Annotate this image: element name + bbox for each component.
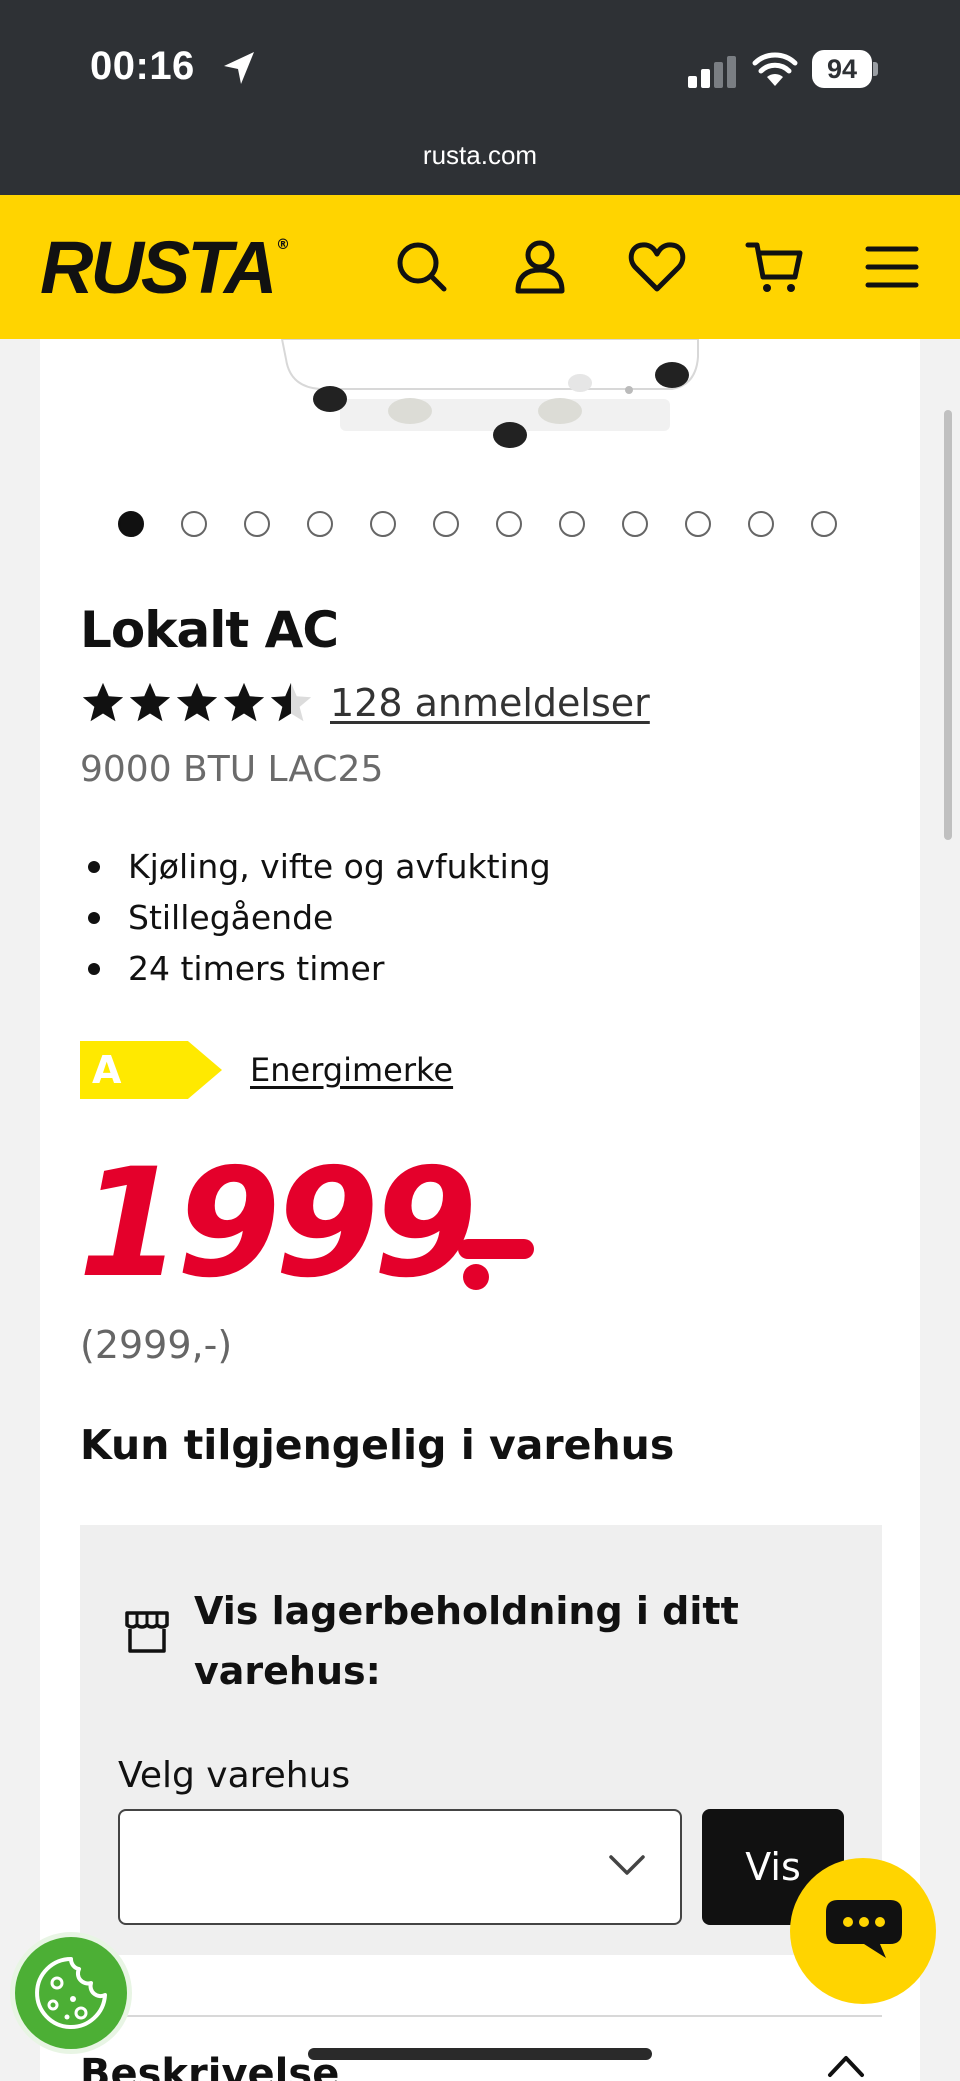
- heart-icon[interactable]: [627, 237, 687, 297]
- star-icon: [176, 682, 218, 722]
- reviews-link[interactable]: 128 anmeldelser: [330, 681, 650, 725]
- chevron-up-icon[interactable]: [826, 2053, 866, 2079]
- star-icon: [270, 682, 312, 722]
- chevron-down-icon: [609, 1855, 645, 1875]
- menu-icon[interactable]: [862, 237, 922, 297]
- feature-item: Kjøling, vifte og avfukting: [80, 841, 551, 892]
- star-icon: [82, 682, 124, 722]
- product-card: Lokalt AC 128 anmeldelser 9000 BTU LAC25…: [40, 339, 920, 2081]
- feature-item: 24 timers timer: [80, 943, 551, 994]
- cart-icon[interactable]: [745, 237, 805, 297]
- search-icon[interactable]: [392, 237, 452, 297]
- feature-item: Stillegående: [80, 892, 551, 943]
- account-icon[interactable]: [510, 237, 570, 297]
- site-header: RUSTA ®: [0, 195, 960, 339]
- carousel-dot[interactable]: [181, 511, 207, 537]
- cookie-settings-button[interactable]: [10, 1932, 132, 2054]
- chat-bubble-icon: [826, 1900, 902, 1958]
- battery-level: 94: [812, 50, 872, 88]
- carousel-dot[interactable]: [370, 511, 396, 537]
- carousel-dot[interactable]: [559, 511, 585, 537]
- old-price: (2999,-): [80, 1323, 233, 1367]
- location-arrow-icon: [224, 52, 254, 84]
- section-divider: [80, 2015, 882, 2017]
- product-title: Lokalt AC: [80, 601, 339, 659]
- price-dash-suffix: [458, 1239, 534, 1290]
- cellular-signal-icon: [688, 56, 736, 88]
- carousel-dots: [118, 511, 837, 537]
- feature-list: Kjøling, vifte og avfukting Stillegående…: [80, 841, 551, 994]
- rating-row: 128 anmeldelser: [80, 675, 650, 731]
- carousel-dot[interactable]: [685, 511, 711, 537]
- home-indicator[interactable]: [308, 2048, 652, 2060]
- product-image[interactable]: [260, 339, 740, 469]
- cookie-icon: [35, 1957, 107, 2029]
- star-icon: [129, 682, 171, 722]
- energy-label-link[interactable]: Energimerke: [250, 1051, 453, 1089]
- description-heading[interactable]: Beskrivelse: [80, 2051, 339, 2081]
- store-select[interactable]: [118, 1809, 682, 1925]
- energy-class-badge[interactable]: A: [80, 1041, 222, 1099]
- store-icon: [125, 1611, 169, 1653]
- rusta-logo[interactable]: RUSTA: [40, 225, 277, 310]
- product-subtitle: 9000 BTU LAC25: [80, 749, 384, 790]
- store-select-label: Velg varehus: [118, 1755, 351, 1796]
- status-time: 00:16: [90, 44, 195, 88]
- star-icon: [223, 682, 265, 722]
- energy-label-row: A Energimerke: [80, 1041, 453, 1099]
- chat-button[interactable]: [790, 1858, 936, 2004]
- carousel-dot[interactable]: [811, 511, 837, 537]
- carousel-dot[interactable]: [244, 511, 270, 537]
- address-bar-url[interactable]: rusta.com: [0, 140, 960, 171]
- page-scrollbar[interactable]: [944, 410, 952, 840]
- carousel-dot[interactable]: [496, 511, 522, 537]
- carousel-dot[interactable]: [433, 511, 459, 537]
- carousel-dot[interactable]: [748, 511, 774, 537]
- carousel-dot[interactable]: [307, 511, 333, 537]
- star-rating: [80, 680, 314, 726]
- carousel-dot[interactable]: [118, 511, 144, 537]
- current-price: 1999: [78, 1137, 477, 1311]
- carousel-dot[interactable]: [622, 511, 648, 537]
- wifi-icon: [752, 52, 798, 86]
- stock-title: Vis lagerbeholdning i ditt varehus:: [194, 1589, 739, 1693]
- battery-indicator: 94: [812, 50, 878, 88]
- store-stock-box: Vis lagerbeholdning i ditt varehus: Velg…: [80, 1525, 882, 1955]
- registered-mark: ®: [276, 237, 290, 253]
- status-bar: 00:16 94 rusta.com: [0, 0, 960, 195]
- availability-heading: Kun tilgjengelig i varehus: [80, 1421, 675, 1469]
